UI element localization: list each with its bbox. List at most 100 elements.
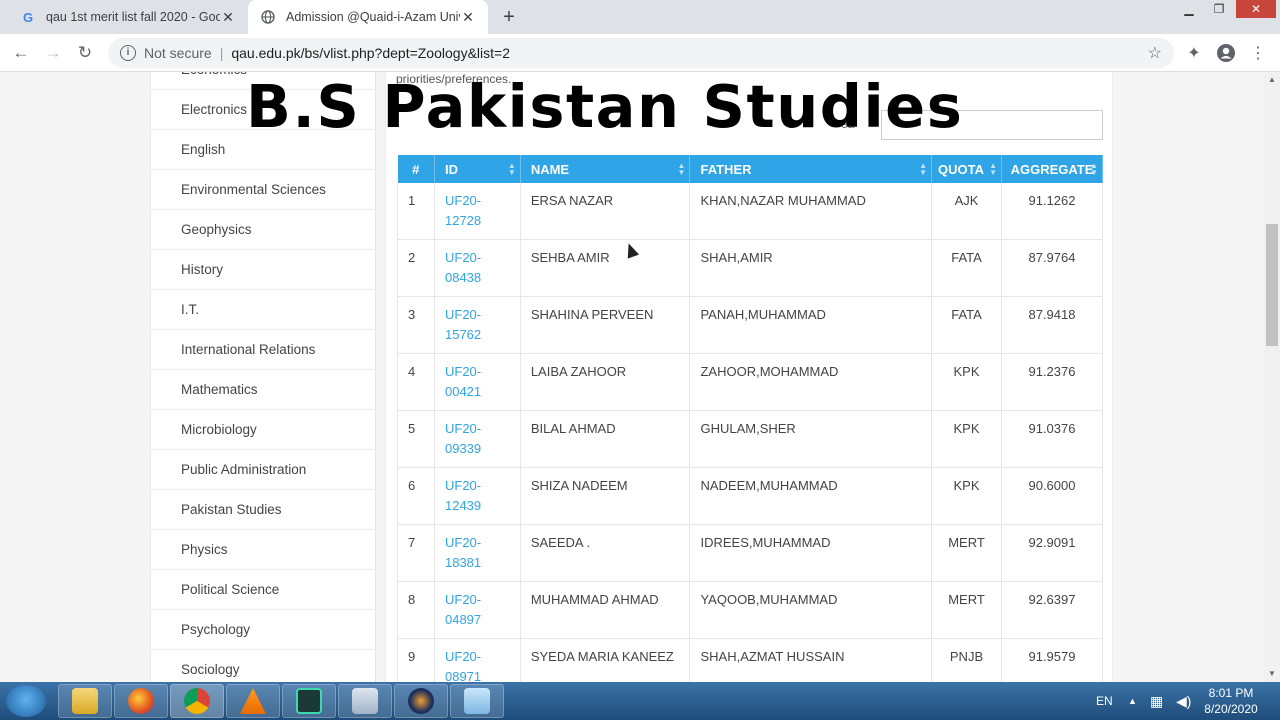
sidebar-item-physics[interactable]: Physics: [151, 530, 377, 570]
father-name: KHAN,NAZAR MUHAMMAD: [689, 183, 933, 240]
taskbar-explorer[interactable]: [58, 684, 112, 718]
student-id-link[interactable]: UF20- 15762: [434, 296, 521, 354]
quota-cell: KPK: [931, 467, 1002, 525]
quota-cell: MERT: [931, 581, 1002, 639]
aggregate-cell: 87.9418: [1001, 296, 1104, 354]
row-number: 1: [397, 183, 435, 240]
sidebar-item-mathematics[interactable]: Mathematics: [151, 370, 377, 410]
reload-icon[interactable]: ↻: [72, 40, 98, 66]
network-icon[interactable]: ▦: [1150, 682, 1163, 720]
bookmark-star-icon[interactable]: ☆: [1148, 43, 1162, 63]
menu-kebab-icon[interactable]: ⋮: [1248, 43, 1268, 63]
table-row: 2 UF20- 08438 SEHBA AMIR SHAH,AMIR FATA 87.976…: [397, 239, 1104, 297]
back-icon[interactable]: ←: [8, 40, 34, 66]
address-bar[interactable]: i Not secure | qau.edu.pk/bs/vlist.php?d…: [108, 38, 1174, 68]
student-id-link[interactable]: UF20- 12728: [434, 183, 521, 240]
col-header-name[interactable]: NAME ▲ ▼: [520, 155, 691, 183]
sort-arrows-icon: ▲ ▼: [989, 161, 997, 177]
aggregate-cell: 87.9764: [1001, 239, 1104, 297]
quota-cell: KPK: [931, 410, 1002, 468]
url-text[interactable]: qau.edu.pk/bs/vlist.php?dept=Zoology&lis…: [231, 45, 510, 61]
father-name: PANAH,MUHAMMAD: [689, 296, 933, 354]
col-header-number[interactable]: #: [397, 155, 435, 183]
table-row: 7 UF20- 18381 SAEEDA . IDREES,MUHAMMAD MERT 92…: [397, 524, 1104, 582]
windows-taskbar: EN ▲ ▦ ◀) 8:01 PM 8/20/2020: [0, 682, 1280, 720]
taskbar-filmora[interactable]: [282, 684, 336, 718]
new-tab-button[interactable]: +: [496, 5, 522, 31]
student-id-link[interactable]: UF20- 04897: [434, 581, 521, 639]
student-id-link[interactable]: UF20- 08971: [434, 638, 521, 682]
sort-arrows-icon: ▲ ▼: [677, 161, 686, 177]
table-row: 6 UF20- 12439 SHIZA NADEEM NADEEM,MUHAMMAD KP…: [397, 467, 1104, 525]
sidebar-item-public-administration[interactable]: Public Administration: [151, 450, 377, 490]
sidebar-item-psychology[interactable]: Psychology: [151, 610, 377, 650]
sort-arrows-icon: ▲ ▼: [919, 161, 928, 177]
tab-google-search[interactable]: G qau 1st merit list fall 2020 - Goog ✕: [8, 0, 248, 34]
sidebar-item-it[interactable]: I.T.: [151, 290, 377, 330]
browser-toolbar: ← → ↻ i Not secure | qau.edu.pk/bs/vlist…: [0, 34, 1280, 72]
quota-cell: KPK: [931, 353, 1002, 411]
system-clock[interactable]: 8:01 PM 8/20/2020: [1190, 685, 1272, 717]
col-header-aggregate[interactable]: AGGREGATE ▲ ▼: [1001, 155, 1104, 183]
close-tab-icon[interactable]: ✕: [460, 9, 476, 26]
table-row: 1 UF20- 12728 ERSA NAZAR KHAN,NAZAR MUHAMMAD…: [397, 183, 1104, 240]
show-hidden-icons-icon[interactable]: ▲: [1128, 682, 1137, 720]
sidebar-item-political-science[interactable]: Political Science: [151, 570, 377, 610]
scroll-thumb[interactable]: [1266, 224, 1278, 346]
close-window-icon[interactable]: ✕: [1236, 0, 1276, 18]
restore-icon[interactable]: ❐: [1204, 0, 1234, 18]
language-indicator[interactable]: EN: [1096, 682, 1113, 720]
minimize-icon[interactable]: ▁: [1174, 0, 1204, 18]
student-id-link[interactable]: UF20- 18381: [434, 524, 521, 582]
student-id-link[interactable]: UF20- 12439: [434, 467, 521, 525]
scroll-down-icon[interactable]: ▼: [1264, 666, 1280, 682]
tab-admission[interactable]: Admission @Quaid-i-Azam Unive ✕: [248, 0, 488, 34]
sidebar-item-history[interactable]: History: [151, 250, 377, 290]
student-name: MUHAMMAD AHMAD: [520, 581, 691, 639]
sidebar-item-sociology[interactable]: Sociology: [151, 650, 377, 682]
col-header-quota[interactable]: QUOTA ▲ ▼: [931, 155, 1002, 183]
vlc-icon: [240, 688, 266, 714]
aggregate-cell: 91.9579: [1001, 638, 1104, 682]
aggregate-cell: 91.0376: [1001, 410, 1104, 468]
table-header-row: # ID ▲ ▼ NAME ▲ ▼ FATHER ▲ ▼ QUOTA ▲ ▼ AGGREGATE…: [397, 155, 1104, 183]
sidebar-item-microbiology[interactable]: Microbiology: [151, 410, 377, 450]
taskbar-vlc[interactable]: [226, 684, 280, 718]
student-id-link[interactable]: UF20- 09339: [434, 410, 521, 468]
student-name: SYEDA MARIA KANEEZ: [520, 638, 691, 682]
sidebar-item-pakistan-studies[interactable]: Pakistan Studies: [151, 490, 377, 530]
profile-icon[interactable]: [1216, 43, 1236, 63]
father-name: SHAH,AZMAT HUSSAIN: [689, 638, 933, 682]
sidebar-item-international-relations[interactable]: International Relations: [151, 330, 377, 370]
father-name: ZAHOOR,MOHAMMAD: [689, 353, 933, 411]
aggregate-cell: 92.6397: [1001, 581, 1104, 639]
sidebar-item-geophysics[interactable]: Geophysics: [151, 210, 377, 250]
page-scrollbar[interactable]: ▲ ▼: [1264, 72, 1280, 682]
close-tab-icon[interactable]: ✕: [220, 9, 236, 26]
row-number: 2: [397, 239, 435, 297]
sidebar-item-environmental-sciences[interactable]: Environmental Sciences: [151, 170, 377, 210]
clock-date: 8/20/2020: [1204, 702, 1258, 716]
quota-cell: PNJB: [931, 638, 1002, 682]
info-icon[interactable]: i: [120, 45, 136, 61]
start-button-icon[interactable]: [6, 685, 46, 717]
taskbar-calculator[interactable]: [338, 684, 392, 718]
taskbar-chrome[interactable]: [170, 684, 224, 718]
google-icon: G: [22, 9, 34, 25]
aggregate-cell: 91.2376: [1001, 353, 1104, 411]
row-number: 6: [397, 467, 435, 525]
security-label: Not secure: [144, 45, 212, 61]
forward-icon[interactable]: →: [40, 40, 66, 66]
extensions-icon[interactable]: ✦: [1184, 43, 1204, 63]
col-header-id[interactable]: ID ▲ ▼: [434, 155, 521, 183]
scroll-up-icon[interactable]: ▲: [1264, 72, 1280, 88]
quota-cell: AJK: [931, 183, 1002, 240]
father-name: NADEEM,MUHAMMAD: [689, 467, 933, 525]
student-id-link[interactable]: UF20- 00421: [434, 353, 521, 411]
taskbar-media-player[interactable]: [394, 684, 448, 718]
taskbar-firefox[interactable]: [114, 684, 168, 718]
col-header-father[interactable]: FATHER ▲ ▼: [689, 155, 933, 183]
taskbar-notepad[interactable]: [450, 684, 504, 718]
student-id-link[interactable]: UF20- 08438: [434, 239, 521, 297]
tab-title: qau 1st merit list fall 2020 - Goog: [46, 10, 220, 24]
